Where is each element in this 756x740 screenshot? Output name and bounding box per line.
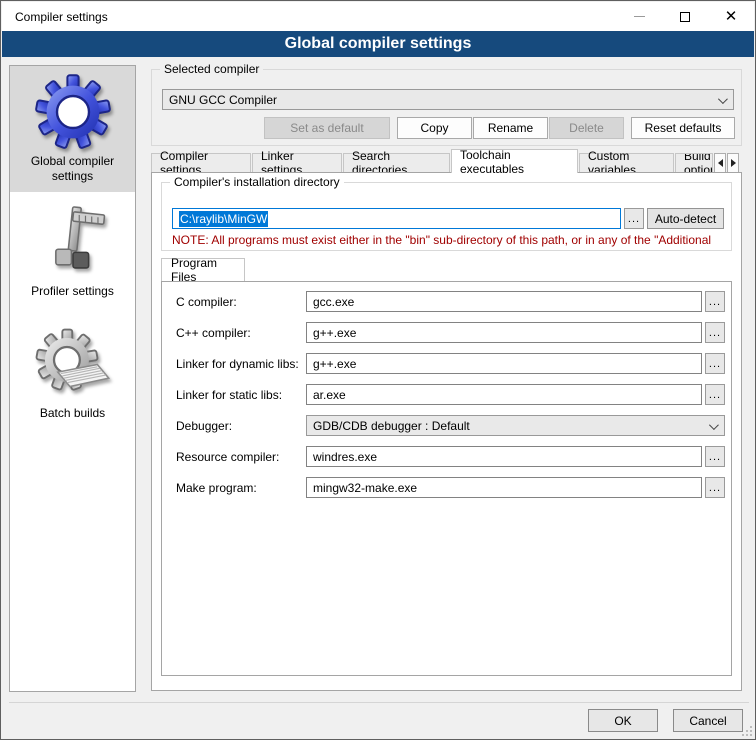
- static-linker-browse-button[interactable]: ...: [705, 384, 725, 405]
- c-compiler-value: gcc.exe: [313, 295, 354, 309]
- c-compiler-browse-button[interactable]: ...: [705, 291, 725, 312]
- static-linker-label: Linker for static libs:: [176, 388, 304, 402]
- sidebar-item-batch-builds[interactable]: Batch builds: [10, 314, 135, 436]
- arrow-left-icon: [718, 159, 723, 167]
- install-dir-input[interactable]: C:\raylib\MinGW: [172, 208, 621, 229]
- minimize-button[interactable]: [616, 2, 662, 31]
- dynamic-linker-value: g++.exe: [313, 357, 356, 371]
- title-bar[interactable]: Compiler settings ✕: [2, 2, 754, 31]
- window-controls: ✕: [616, 2, 754, 31]
- dynamic-linker-browse-button[interactable]: ...: [705, 353, 725, 374]
- tab-linker-settings[interactable]: Linker settings: [252, 153, 342, 173]
- cancel-button[interactable]: Cancel: [673, 709, 743, 732]
- debugger-select[interactable]: GDB/CDB debugger : Default: [306, 415, 725, 436]
- c-compiler-input[interactable]: gcc.exe: [306, 291, 702, 312]
- cpp-compiler-label: C++ compiler:: [176, 326, 304, 340]
- rename-button[interactable]: Rename: [473, 117, 548, 139]
- minimize-icon: [634, 16, 645, 17]
- arrow-right-icon: [731, 159, 736, 167]
- cpp-compiler-input[interactable]: g++.exe: [306, 322, 702, 343]
- copy-button[interactable]: Copy: [397, 117, 472, 139]
- make-program-browse-button[interactable]: ...: [705, 477, 725, 498]
- bin-subdirectory-note: NOTE: All programs must exist either in …: [172, 233, 728, 247]
- maximize-button[interactable]: [662, 2, 708, 31]
- resource-compiler-browse-button[interactable]: ...: [705, 446, 725, 467]
- maximize-icon: [680, 12, 690, 22]
- dynamic-linker-label: Linker for dynamic libs:: [176, 357, 304, 371]
- footer-divider: [9, 702, 749, 703]
- debugger-label: Debugger:: [176, 419, 304, 433]
- compiler-select[interactable]: GNU GCC Compiler: [162, 89, 734, 110]
- sidebar-item-label: Profiler settings: [25, 282, 120, 307]
- dynamic-linker-input[interactable]: g++.exe: [306, 353, 702, 374]
- delete-button[interactable]: Delete: [549, 117, 624, 139]
- gear-stack-icon: [31, 328, 115, 404]
- tab-compiler-settings[interactable]: Compiler settings: [151, 153, 251, 173]
- chevron-down-icon: [718, 94, 728, 104]
- subtab-program-files[interactable]: Program Files: [161, 258, 245, 281]
- caliper-icon: [34, 204, 112, 282]
- resize-grip-icon[interactable]: [742, 726, 752, 736]
- resource-compiler-input[interactable]: windres.exe: [306, 446, 702, 467]
- tab-scroll-left-button[interactable]: [714, 153, 726, 173]
- sidebar-item-global-compiler-settings[interactable]: Global compiler settings: [10, 66, 135, 192]
- install-dir-browse-button[interactable]: ...: [624, 208, 644, 229]
- resource-compiler-value: windres.exe: [313, 450, 377, 464]
- resource-compiler-label: Resource compiler:: [176, 450, 304, 464]
- cpp-compiler-browse-button[interactable]: ...: [705, 322, 725, 343]
- installation-directory-group: Compiler's installation directory C:\ray…: [161, 182, 732, 251]
- auto-detect-button[interactable]: Auto-detect: [647, 208, 724, 229]
- make-program-input[interactable]: mingw32-make.exe: [306, 477, 702, 498]
- compiler-select-value: GNU GCC Compiler: [169, 93, 277, 107]
- banner-title: Global compiler settings: [285, 35, 472, 53]
- static-linker-input[interactable]: ar.exe: [306, 384, 702, 405]
- debugger-select-value: GDB/CDB debugger : Default: [313, 419, 470, 433]
- close-button[interactable]: ✕: [708, 2, 754, 31]
- ok-button[interactable]: OK: [588, 709, 658, 732]
- make-program-label: Make program:: [176, 481, 304, 495]
- sidebar-item-label: Global compiler settings: [10, 152, 135, 192]
- tab-search-directories[interactable]: Search directories: [343, 153, 450, 173]
- set-as-default-button[interactable]: Set as default: [264, 117, 390, 139]
- install-dir-value: C:\raylib\MinGW: [179, 211, 268, 227]
- cpp-compiler-value: g++.exe: [313, 326, 356, 340]
- selected-compiler-group-label: Selected compiler: [160, 62, 263, 76]
- make-program-value: mingw32-make.exe: [313, 481, 417, 495]
- tab-build-options[interactable]: Build options: [675, 153, 713, 173]
- compiler-settings-dialog: Compiler settings ✕ Global compiler sett…: [0, 0, 756, 740]
- tab-custom-variables[interactable]: Custom variables: [579, 153, 674, 173]
- sidebar-item-profiler-settings[interactable]: Profiler settings: [10, 192, 135, 314]
- reset-defaults-button[interactable]: Reset defaults: [631, 117, 735, 139]
- c-compiler-label: C compiler:: [176, 295, 304, 309]
- selected-compiler-group: Selected compiler GNU GCC Compiler Set a…: [151, 69, 742, 146]
- settings-category-list: Global compiler settings Profiler settin…: [9, 65, 136, 692]
- tab-scroll-right-button[interactable]: [727, 153, 739, 173]
- chevron-down-icon: [709, 420, 719, 430]
- gear-blue-icon: [33, 72, 113, 152]
- installation-directory-group-label: Compiler's installation directory: [170, 175, 344, 189]
- tab-toolchain-executables[interactable]: Toolchain executables: [451, 149, 578, 173]
- banner: Global compiler settings: [2, 31, 754, 57]
- sidebar-item-label: Batch builds: [34, 404, 111, 429]
- window-title: Compiler settings: [15, 10, 108, 24]
- static-linker-value: ar.exe: [313, 388, 346, 402]
- close-icon: ✕: [725, 9, 738, 24]
